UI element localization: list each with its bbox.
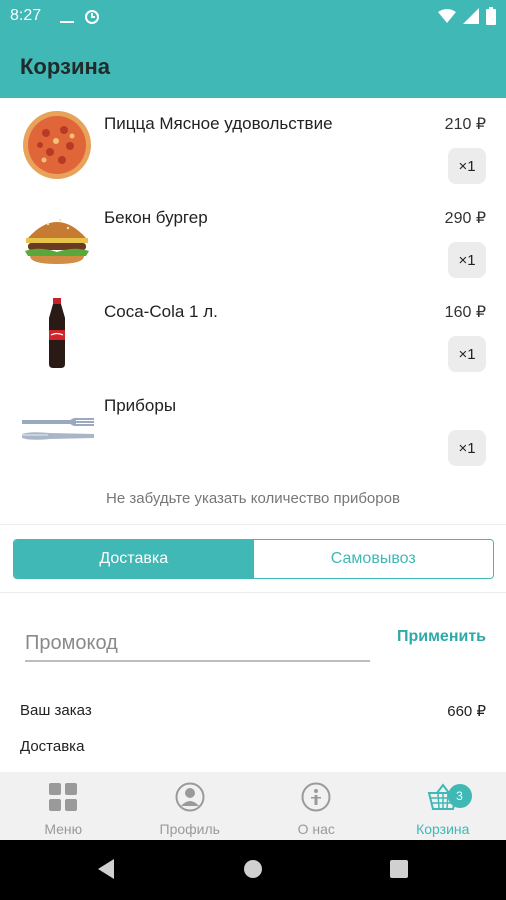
- item-price: 160 ₽: [444, 304, 486, 321]
- order-total-value: 660 ₽: [447, 703, 486, 720]
- cutlery-image: [20, 390, 94, 464]
- recents-icon[interactable]: [390, 860, 408, 883]
- cell-signal-icon: [463, 8, 479, 29]
- cart-item[interactable]: Coca-Cola 1 л. 160 ₽ ×1: [0, 286, 506, 380]
- cart-item[interactable]: Пицца Мясное удовольствие 210 ₽ ×1: [0, 98, 506, 192]
- quantity-button[interactable]: ×1: [448, 242, 486, 278]
- divider: [0, 592, 506, 593]
- info-icon: [301, 782, 331, 817]
- item-price: 290 ₽: [444, 210, 486, 227]
- page-title: Корзина: [20, 54, 110, 79]
- delivery-option[interactable]: Доставка: [14, 540, 254, 578]
- nav-label: Профиль: [159, 821, 220, 837]
- cart-content[interactable]: Пицца Мясное удовольствие 210 ₽ ×1 Бекон…: [0, 98, 506, 772]
- nav-item-about[interactable]: О нас: [253, 772, 380, 840]
- profile-icon: [175, 782, 205, 817]
- item-name: Пицца Мясное удовольствие: [104, 114, 333, 133]
- cutlery-hint: Не забудьте указать количество приборов: [106, 490, 400, 507]
- item-price: 210 ₽: [444, 116, 486, 133]
- delivery-toggle[interactable]: Доставка Самовывоз: [13, 539, 494, 579]
- wifi-icon: [438, 9, 456, 28]
- order-total-label: Ваш заказ: [20, 702, 92, 719]
- item-name: Бекон бургер: [104, 208, 208, 227]
- grid-icon: [48, 782, 78, 817]
- nav-label: Меню: [44, 821, 83, 837]
- nav-item-profile[interactable]: Профиль: [127, 772, 254, 840]
- status-time: 8:27: [10, 7, 42, 24]
- data-saver-icon: [84, 9, 100, 30]
- delivery-label: Доставка: [20, 738, 85, 755]
- burger-image: [20, 202, 94, 276]
- nav-item-menu[interactable]: Меню: [0, 772, 127, 840]
- quantity-button[interactable]: ×1: [448, 336, 486, 372]
- pickup-option[interactable]: Самовывоз: [253, 540, 493, 578]
- status-bar: 8:27: [0, 0, 506, 34]
- minus-icon: [60, 11, 74, 29]
- promo-code-input[interactable]: [25, 626, 370, 662]
- divider: [0, 524, 506, 525]
- quantity-button[interactable]: ×1: [448, 430, 486, 466]
- app-bar: Корзина: [0, 34, 506, 98]
- apply-promo-button[interactable]: Применить: [397, 628, 486, 646]
- item-name: Приборы: [104, 396, 177, 415]
- home-icon[interactable]: [243, 859, 263, 884]
- nav-item-cart[interactable]: 3 Корзина: [380, 772, 506, 840]
- nav-label: Корзина: [416, 821, 470, 837]
- battery-icon: [486, 7, 496, 30]
- cart-count-badge: 3: [447, 784, 472, 808]
- cart-item[interactable]: Бекон бургер 290 ₽ ×1: [0, 192, 506, 286]
- bottom-navigation: Меню Профиль О нас 3 Корзина: [0, 772, 506, 840]
- item-name: Coca-Cola 1 л.: [104, 302, 218, 321]
- cola-bottle-image: [20, 296, 94, 370]
- back-icon[interactable]: [96, 858, 116, 885]
- quantity-button[interactable]: ×1: [448, 148, 486, 184]
- pizza-image: [20, 108, 94, 182]
- nav-label: О нас: [297, 821, 335, 837]
- system-navigation-bar: [0, 840, 506, 900]
- cart-item[interactable]: Приборы ×1: [0, 380, 506, 474]
